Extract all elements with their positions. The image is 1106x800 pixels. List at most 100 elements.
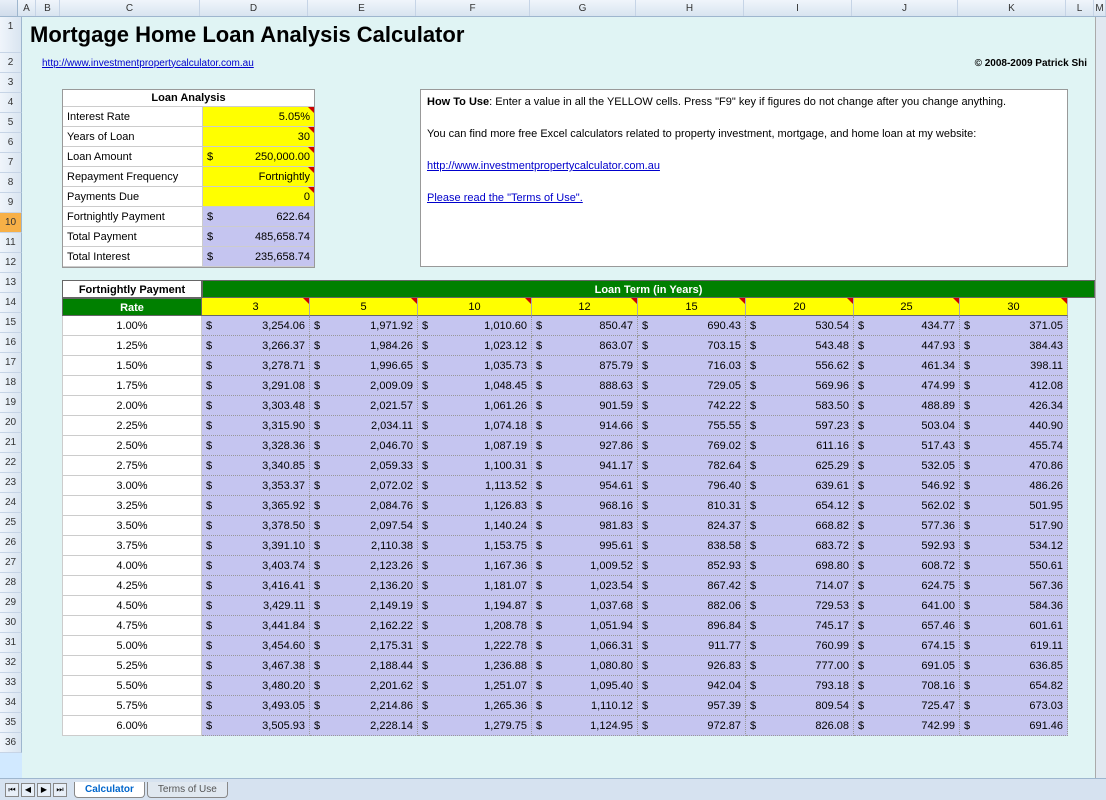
loan-label: Fortnightly Payment [63,207,203,226]
rate-cell: 1.25% [62,336,202,356]
row-header-16[interactable]: 16 [0,333,22,353]
payment-cell: $447.93 [854,336,960,356]
payment-cell: $2,009.09 [310,376,418,396]
row-header-29[interactable]: 29 [0,593,22,613]
row-header-35[interactable]: 35 [0,713,22,733]
row-header-36[interactable]: 36 [0,733,22,753]
row-header-4[interactable]: 4 [0,93,22,113]
rate-cell: 2.00% [62,396,202,416]
row-header-24[interactable]: 24 [0,493,22,513]
row-header-9[interactable]: 9 [0,193,22,213]
row-header-18[interactable]: 18 [0,373,22,393]
tab-terms-of-use[interactable]: Terms of Use [147,782,228,798]
tab-calculator[interactable]: Calculator [74,782,145,798]
row-header-22[interactable]: 22 [0,453,22,473]
row-header-2[interactable]: 2 [0,53,22,73]
payment-cell: $556.62 [746,356,854,376]
loan-value-loan-amount[interactable]: $250,000.00 [203,147,314,166]
row-header-15[interactable]: 15 [0,313,22,333]
howto-website-link[interactable]: http://www.investmentpropertycalculator.… [427,160,660,172]
payment-cell: $2,162.22 [310,616,418,636]
payment-cell: $1,087.19 [418,436,532,456]
payment-cell: $703.15 [638,336,746,356]
payment-cell: $2,123.26 [310,556,418,576]
payment-cell: $941.17 [532,456,638,476]
row-header-7[interactable]: 7 [0,153,22,173]
payment-cell: $1,126.83 [418,496,532,516]
row-header-30[interactable]: 30 [0,613,22,633]
loan-analysis-panel: Loan Analysis Interest Rate5.05%Years of… [62,89,315,268]
payment-cell: $1,208.78 [418,616,532,636]
sheet-nav-button[interactable]: ⏭ [53,783,67,797]
col-header-C[interactable]: C [60,0,200,16]
col-header-L[interactable]: L [1066,0,1094,16]
col-header-E[interactable]: E [308,0,416,16]
row-header-25[interactable]: 25 [0,513,22,533]
payment-cell: $698.80 [746,556,854,576]
loan-value-interest-rate[interactable]: 5.05% [203,107,314,126]
vertical-scrollbar[interactable] [1095,17,1106,778]
col-header-A[interactable]: A [18,0,36,16]
howto-text2: You can find more free Excel calculators… [427,126,1061,142]
row-header-28[interactable]: 28 [0,573,22,593]
col-header-B[interactable]: B [36,0,60,16]
payment-cell: $486.26 [960,476,1068,496]
row-header-23[interactable]: 23 [0,473,22,493]
sheet-nav-button[interactable]: ◀ [21,783,35,797]
terms-of-use-link[interactable]: Please read the "Terms of Use". [427,192,583,204]
row-header-1[interactable]: 1 [0,17,22,53]
col-header-F[interactable]: F [416,0,530,16]
row-header-26[interactable]: 26 [0,533,22,553]
row-header-20[interactable]: 20 [0,413,22,433]
row-header-10[interactable]: 10 [0,213,22,233]
sheet-nav-button[interactable]: ▶ [37,783,51,797]
sheet-nav-button[interactable]: ⏮ [5,783,19,797]
row-header-11[interactable]: 11 [0,233,22,253]
col-header-K[interactable]: K [958,0,1066,16]
col-header-J[interactable]: J [852,0,958,16]
payment-cell: $550.61 [960,556,1068,576]
row-header-17[interactable]: 17 [0,353,22,373]
row-header-19[interactable]: 19 [0,393,22,413]
rate-cell: 1.50% [62,356,202,376]
row-header-14[interactable]: 14 [0,293,22,313]
payment-cell: $577.36 [854,516,960,536]
payment-cell: $981.83 [532,516,638,536]
col-header-I[interactable]: I [744,0,852,16]
row-header-32[interactable]: 32 [0,653,22,673]
payment-cell: $3,429.11 [202,596,310,616]
loan-value-total-interest: $235,658.74 [203,247,314,266]
col-header-M[interactable]: M [1094,0,1106,16]
row-header-33[interactable]: 33 [0,673,22,693]
rate-cell: 3.00% [62,476,202,496]
loan-value-payments-due[interactable]: 0 [203,187,314,206]
sheet-tabs-bar: ⏮◀▶⏭ Calculator Terms of Use [0,778,1106,800]
payment-cell: $592.93 [854,536,960,556]
payment-cell: $657.46 [854,616,960,636]
top-website-link[interactable]: http://www.investmentpropertycalculator.… [42,58,254,69]
col-header-H[interactable]: H [636,0,744,16]
row-header-8[interactable]: 8 [0,173,22,193]
page-title: Mortgage Home Loan Analysis Calculator [22,17,1095,53]
rate-cell: 5.00% [62,636,202,656]
payment-cell: $3,340.85 [202,456,310,476]
loan-value-repayment-frequency[interactable]: Fortnightly [203,167,314,186]
row-header-3[interactable]: 3 [0,73,22,93]
select-all-corner[interactable] [0,0,18,16]
loan-value-years-of-loan[interactable]: 30 [203,127,314,146]
payment-cell: $2,110.38 [310,536,418,556]
row-header-13[interactable]: 13 [0,273,22,293]
col-header-G[interactable]: G [530,0,636,16]
row-header-31[interactable]: 31 [0,633,22,653]
row-header-6[interactable]: 6 [0,133,22,153]
row-header-27[interactable]: 27 [0,553,22,573]
row-header-34[interactable]: 34 [0,693,22,713]
row-header-5[interactable]: 5 [0,113,22,133]
row-header-12[interactable]: 12 [0,253,22,273]
payment-cell: $2,084.76 [310,496,418,516]
payment-cell: $3,467.38 [202,656,310,676]
row-header-21[interactable]: 21 [0,433,22,453]
payment-cell: $3,303.48 [202,396,310,416]
col-header-D[interactable]: D [200,0,308,16]
row-headers: 1234567891011121314151617181920212223242… [0,17,22,753]
